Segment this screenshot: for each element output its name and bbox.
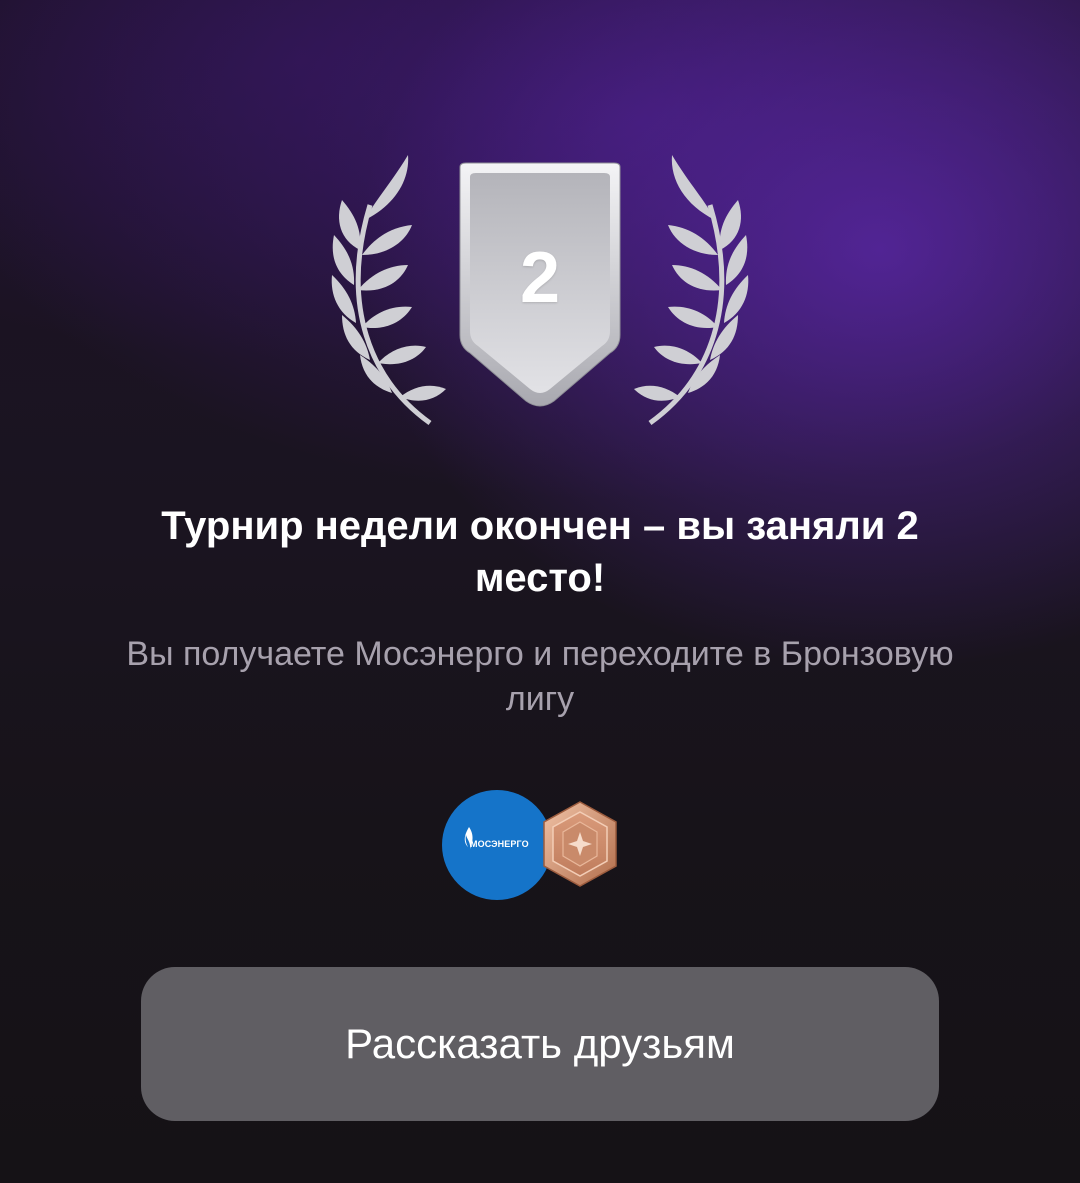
place-number: 2: [519, 238, 561, 318]
result-title: Турнир недели окончен – вы заняли 2 мест…: [161, 504, 919, 600]
share-with-friends-button[interactable]: Рассказать друзьям: [141, 967, 939, 1121]
tournament-result-screen: 2 Турнир недели окончен – вы заняли 2 ме…: [0, 0, 1080, 1183]
silver-place-trophy: 2: [320, 145, 760, 435]
sponsor-logo-text: МОСЭНЕРГО: [470, 839, 529, 849]
bronze-league-badge-icon: [543, 801, 617, 887]
mosenergo-logo: МОСЭНЕРГО: [442, 790, 552, 900]
result-subtitle: Вы получаете Мосэнерго и переходите в Бр…: [126, 635, 954, 718]
